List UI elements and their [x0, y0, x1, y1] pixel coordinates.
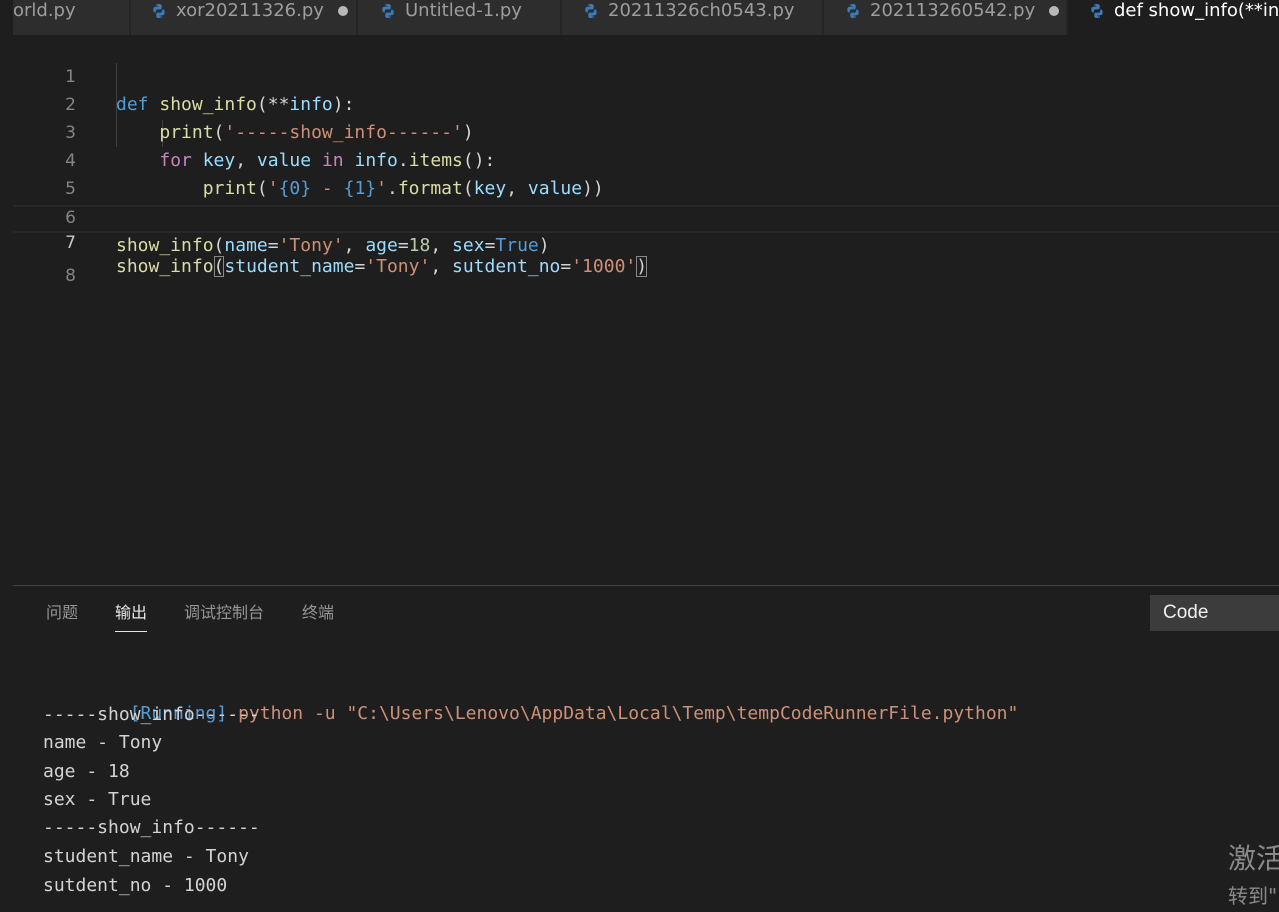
tab-def-show-info[interactable]: def show_info(**inf	[1068, 0, 1279, 35]
tab-untitled-1-py[interactable]: Untitled-1.py	[358, 0, 561, 35]
code-line[interactable]: 3 for key, value in info.items():	[0, 91, 1279, 171]
bottom-panel: 问题 输出 调试控制台 终端 Code [Running] python -u …	[13, 585, 1279, 912]
code-line[interactable]: 5	[0, 147, 1279, 199]
vscode-window: orld.py xor20211326.py Untitled-1.py 202…	[0, 0, 1279, 912]
python-icon	[585, 4, 597, 18]
output-line: -----show_info------	[43, 704, 260, 725]
activation-watermark-line2: 转到"	[1228, 884, 1278, 908]
tab-orld-py[interactable]: orld.py	[0, 0, 130, 35]
unsaved-dot-icon[interactable]	[337, 6, 348, 16]
tab-label: orld.py	[13, 0, 76, 21]
code-line[interactable]: 1 def show_info(**info):	[0, 35, 1279, 115]
output-line: student_name - Tony	[43, 846, 249, 867]
unsaved-dot-icon[interactable]	[1049, 6, 1060, 16]
python-icon	[153, 4, 165, 18]
tab-xor20211326-py[interactable]: xor20211326.py	[131, 0, 357, 35]
code-line[interactable]: 4 print('{0} - {1}'.format(key, value))	[0, 119, 1279, 199]
tab-label: def show_info(**inf	[1114, 0, 1279, 21]
python-icon	[1091, 4, 1103, 18]
output-console[interactable]: [Running] python -u "C:\Users\Lenovo\App…	[13, 639, 1279, 912]
run-command: python -u "C:\Users\Lenovo\AppData\Local…	[238, 703, 1019, 724]
tab-202113260542-py[interactable]: 202113260542.py	[824, 0, 1067, 35]
output-line: name - Tony	[43, 732, 163, 753]
tab-debug-console[interactable]: 调试控制台	[184, 602, 264, 624]
tab-label: xor20211326.py	[176, 0, 324, 21]
tab-problems[interactable]: 问题	[46, 602, 78, 624]
code-editor[interactable]: 1 def show_info(**info): 2 print('-----s…	[0, 35, 1279, 585]
panel-tab-bar: 问题 输出 调试控制台 终端 Code	[13, 586, 1279, 638]
code-line[interactable]: 2 print('-----show_info------')	[0, 63, 1279, 143]
code-line[interactable]: 6 show_info(name='Tony', age=18, sex=Tru…	[0, 176, 1279, 256]
tab-label: Untitled-1.py	[405, 0, 522, 21]
tab-label: 20211326ch0543.py	[608, 0, 795, 21]
left-edge-strip	[0, 0, 13, 912]
activation-watermark-line1: 激活	[1228, 842, 1279, 875]
output-line: sex - True	[43, 789, 152, 810]
tab-20211326ch0543-py[interactable]: 20211326ch0543.py	[562, 0, 823, 35]
tab-label: 202113260542.py	[870, 0, 1036, 21]
tab-output[interactable]: 输出	[115, 602, 148, 632]
output-channel-select[interactable]: Code	[1150, 595, 1279, 631]
python-icon	[847, 4, 859, 18]
output-run-line: [Running] python -u "C:\Users\Lenovo\App…	[43, 672, 1019, 724]
editor-tab-bar: orld.py xor20211326.py Untitled-1.py 202…	[0, 0, 1279, 35]
tab-terminal[interactable]: 终端	[302, 602, 334, 624]
code-line[interactable]: 8	[0, 234, 1279, 286]
python-icon	[382, 4, 394, 18]
output-line: age - 18	[43, 761, 130, 782]
code-line-current[interactable]: 7 show_info(student_name='Tony', sutdent…	[0, 205, 1279, 277]
output-line: sutdent_no - 1000	[43, 875, 228, 896]
output-line: -----show_info------	[43, 817, 260, 838]
